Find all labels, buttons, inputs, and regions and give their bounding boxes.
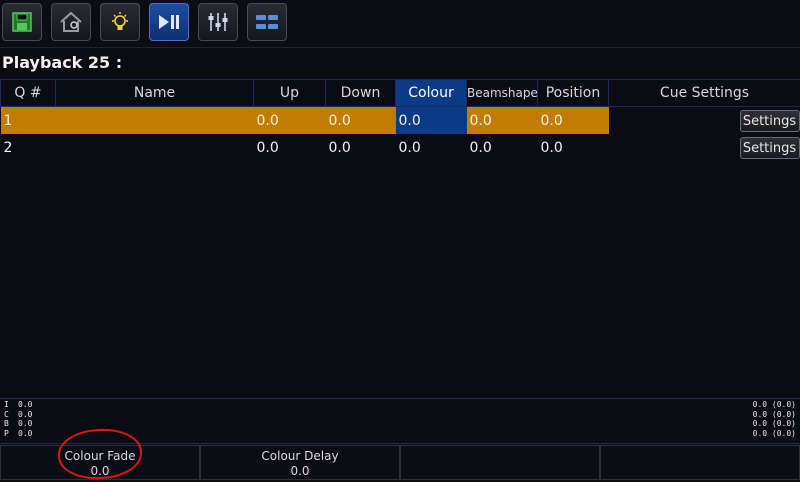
readout-key-b: B	[4, 419, 9, 429]
readout-value-p: 0.0	[18, 428, 33, 438]
header-row: Q # Name Up Down Colour Beamshape Positi…	[0, 79, 800, 107]
col-cue-settings[interactable]: Cue Settings	[608, 79, 800, 107]
play-pause-icon	[159, 15, 179, 29]
cell-q: 1	[0, 106, 56, 134]
cell-q: 2	[3, 139, 13, 156]
save-button[interactable]	[2, 3, 42, 41]
cell-down[interactable]: 0.0	[325, 106, 396, 134]
cell-position[interactable]: 0.0	[537, 106, 609, 134]
playback-title: Playback 25 :	[2, 53, 123, 72]
softkey-value: 0.0	[290, 464, 310, 478]
cell-colour[interactable]: 0.0	[396, 134, 467, 161]
cell-cue-settings: Settings	[608, 134, 800, 161]
softkey-3[interactable]	[400, 445, 600, 480]
cell-beamshape[interactable]: 0.0	[467, 134, 538, 161]
readout-right-value: 0.0 (0.0)	[752, 419, 796, 429]
readout-right-value: 0.0 (0.0)	[752, 409, 796, 419]
readout-key-i: I	[4, 400, 9, 409]
layout-button[interactable]	[247, 3, 287, 41]
readout-value-i: 0.0	[18, 400, 33, 409]
readout-key-p: P	[4, 428, 9, 438]
softkey-colour-fade[interactable]: Colour Fade 0.0	[0, 445, 200, 480]
cell-up[interactable]: 0.0	[253, 106, 326, 134]
readout-right: 0.0 (0.0) 0.0 (0.0) 0.0 (0.0) 0.0 (0.0)	[753, 400, 796, 438]
readout-value-b: 0.0	[18, 419, 33, 429]
col-name[interactable]: Name	[55, 79, 254, 107]
col-up[interactable]: Up	[253, 79, 326, 107]
readout-value-c: 0.0	[18, 409, 33, 419]
save-icon	[12, 12, 32, 32]
settings-button[interactable]: Settings	[739, 136, 800, 159]
col-position[interactable]: Position	[537, 79, 609, 107]
home-icon	[60, 11, 82, 32]
readout-key-c: C	[4, 409, 9, 419]
faders-icon	[208, 13, 228, 31]
cell-name[interactable]	[55, 106, 254, 134]
softkey-bar: Colour Fade 0.0 Colour Delay 0.0	[0, 445, 800, 480]
readout-left: I 0.0 C 0.0 B 0.0 P 0.0	[4, 400, 32, 438]
col-q[interactable]: Q #	[0, 79, 56, 107]
table-row[interactable]: 2 0.0 0.0 0.0 0.0 0.0 Settings	[1, 134, 800, 161]
readout-right-value: 0.0 (0.0)	[752, 400, 796, 409]
softkey-4[interactable]	[600, 445, 800, 480]
playback-button[interactable]	[149, 3, 189, 41]
toolbar	[0, 0, 800, 48]
home-button[interactable]	[51, 3, 91, 41]
readout-right-value: 0.0 (0.0)	[752, 428, 796, 438]
softkey-label: Colour Delay	[261, 449, 339, 463]
col-beamshape[interactable]: Beamshape	[466, 79, 538, 107]
grid-icon	[256, 15, 278, 29]
softkey-label: Colour Fade	[64, 449, 136, 463]
faders-button[interactable]	[198, 3, 238, 41]
cell-position[interactable]: 0.0	[538, 134, 609, 161]
settings-button[interactable]: Settings	[739, 109, 800, 132]
fixtures-button[interactable]	[100, 3, 140, 41]
cell-name[interactable]	[56, 134, 254, 161]
cue-table: Q # Name Up Down Colour Beamshape Positi…	[0, 79, 800, 161]
col-colour[interactable]: Colour	[395, 79, 467, 107]
cell-colour[interactable]: 0.0	[395, 106, 467, 134]
cell-up[interactable]: 0.0	[254, 134, 326, 161]
cell-cue-settings: Settings	[608, 106, 800, 134]
lightbulb-icon	[112, 12, 128, 30]
cell-beamshape[interactable]: 0.0	[466, 106, 538, 134]
table-row[interactable]: 1 0.0 0.0 0.0 0.0 0.0 Settings	[0, 106, 800, 134]
softkey-value: 0.0	[90, 464, 110, 478]
cell-down[interactable]: 0.0	[326, 134, 396, 161]
softkey-colour-delay[interactable]: Colour Delay 0.0	[200, 445, 400, 480]
attribute-readout: I 0.0 C 0.0 B 0.0 P 0.0 0.0 (0.0) 0.0 (0.0) …	[0, 398, 800, 444]
col-down[interactable]: Down	[325, 79, 396, 107]
